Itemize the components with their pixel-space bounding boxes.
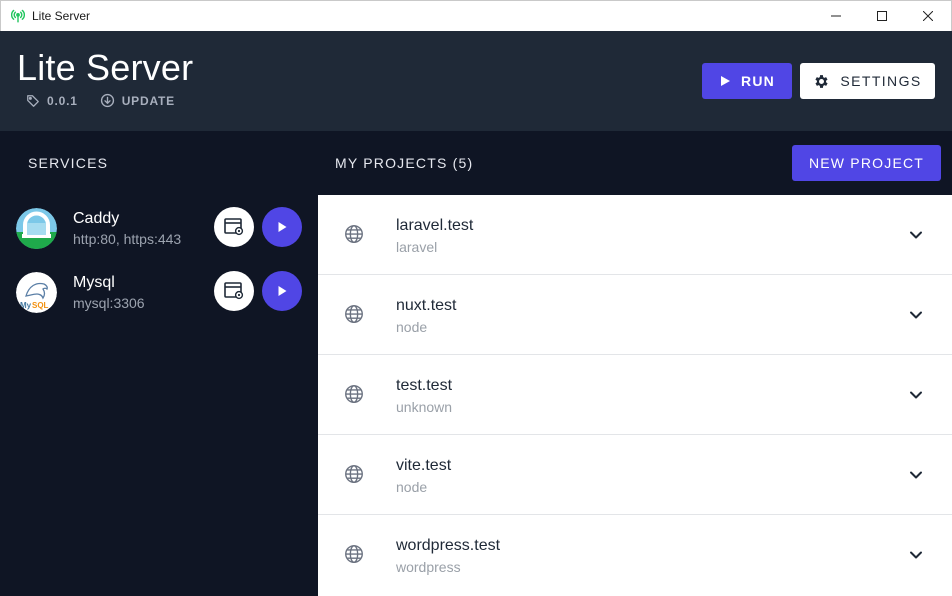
maximize-icon [877, 11, 887, 21]
window-titlebar: Lite Server [0, 0, 952, 31]
app-header: Lite Server 0.0.1 UPDATE RUN SETTINGS [0, 31, 952, 131]
update-link[interactable]: UPDATE [100, 93, 175, 108]
globe-icon [345, 305, 363, 323]
window-settings-icon [224, 282, 244, 300]
project-name: laravel.test [396, 217, 474, 234]
close-icon [923, 11, 933, 21]
app-title: Lite Server [17, 47, 194, 88]
project-type: node [396, 479, 428, 495]
chevron-down-icon[interactable] [906, 385, 926, 405]
service-ports: http:80, https:443 [73, 230, 182, 247]
globe-icon [345, 225, 363, 243]
project-name: test.test [396, 377, 453, 394]
project-type: wordpress [396, 559, 461, 575]
chevron-down-icon[interactable] [906, 305, 926, 325]
mysql-start-button[interactable] [262, 271, 302, 311]
window-settings-icon [224, 218, 244, 236]
new-project-button[interactable]: NEW PROJECT [792, 145, 941, 181]
projects-header: MY PROJECTS (5) NEW PROJECT [318, 131, 952, 195]
caddy-logo-icon [16, 207, 57, 249]
minimize-icon [831, 15, 841, 17]
caddy-start-button[interactable] [262, 207, 302, 247]
service-name: Caddy [73, 209, 120, 227]
services-sidebar: SERVICES Caddy http:80, https:443 My SQL… [0, 131, 318, 596]
project-item[interactable]: laravel.test laravel [318, 195, 952, 275]
chevron-down-icon[interactable] [906, 225, 926, 245]
svg-text:My: My [20, 301, 32, 310]
minimize-button[interactable] [813, 1, 859, 31]
services-title: SERVICES [28, 155, 109, 171]
play-icon [721, 76, 731, 86]
settings-label: SETTINGS [840, 73, 922, 89]
service-ports: mysql:3306 [73, 294, 145, 311]
gear-icon [815, 74, 828, 88]
project-type: unknown [396, 399, 453, 415]
project-type: laravel [396, 239, 438, 255]
broadcast-icon [10, 8, 26, 24]
globe-icon [345, 385, 363, 403]
mysql-config-button[interactable] [214, 271, 254, 311]
project-item[interactable]: test.test unknown [318, 355, 952, 435]
version-label: 0.0.1 [47, 93, 78, 108]
project-name: wordpress.test [396, 537, 501, 554]
close-button[interactable] [905, 1, 951, 31]
play-icon [278, 286, 287, 296]
mysql-logo-icon: My SQL [16, 271, 57, 313]
tag-icon [27, 94, 39, 107]
app-meta: 0.0.1 UPDATE [26, 93, 191, 108]
window-title: Lite Server [32, 9, 91, 23]
version-badge: 0.0.1 [26, 94, 78, 108]
project-item[interactable]: nuxt.test node [318, 275, 952, 355]
run-button[interactable]: RUN [702, 63, 792, 99]
project-item[interactable]: vite.test node [318, 435, 952, 515]
project-item[interactable]: wordpress.test wordpress [318, 515, 952, 595]
project-name: vite.test [396, 457, 452, 474]
play-icon [278, 222, 287, 232]
chevron-down-icon[interactable] [906, 545, 926, 565]
projects-title: MY PROJECTS (5) [335, 155, 474, 171]
service-name: Mysql [73, 273, 115, 291]
globe-icon [345, 465, 363, 483]
project-list: laravel.test laravel nuxt.test node test… [318, 195, 952, 596]
chevron-down-icon[interactable] [906, 465, 926, 485]
caddy-config-button[interactable] [214, 207, 254, 247]
run-label: RUN [741, 73, 775, 89]
settings-button[interactable]: SETTINGS [800, 63, 935, 99]
maximize-button[interactable] [859, 1, 905, 31]
project-name: nuxt.test [396, 297, 457, 314]
svg-text:SQL: SQL [32, 301, 49, 310]
project-type: node [396, 319, 428, 335]
download-circle-icon [100, 93, 114, 108]
globe-icon [345, 545, 363, 563]
update-label: UPDATE [121, 93, 175, 108]
